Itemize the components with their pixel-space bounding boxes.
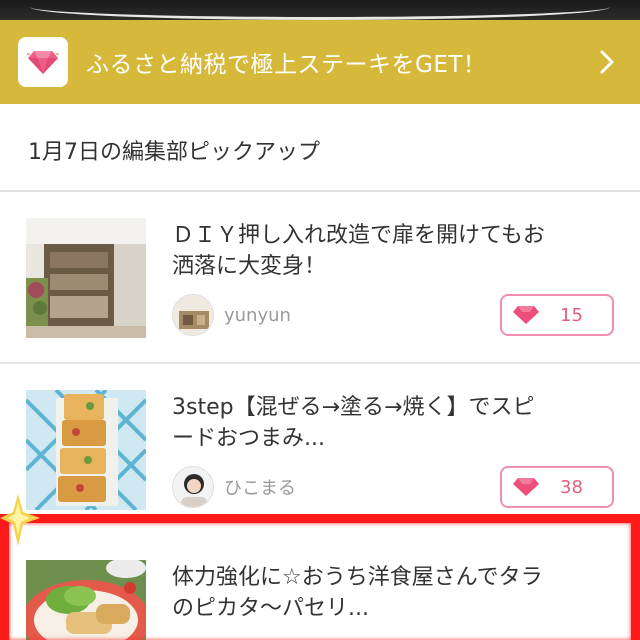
section-header: 1月7日の編集部ピックアップ — [0, 104, 640, 192]
diamond-icon — [513, 306, 539, 324]
author-name: ひこまる — [224, 478, 296, 499]
article-title[interactable]: ＤＩＹ押し入れ改造で扉を開けてもお 洒落に大変身！ — [172, 220, 622, 282]
diamond-icon — [513, 478, 539, 496]
author-name: yunyun — [224, 304, 291, 326]
top-dark-strip — [0, 0, 640, 20]
article-thumbnail[interactable] — [26, 218, 146, 338]
chevron-right-icon[interactable] — [596, 48, 618, 76]
author[interactable]: ひこまる — [172, 466, 296, 508]
promo-banner-text: ふるさと納税で極上ステーキをGET！ — [86, 52, 487, 78]
like-count: 38 — [560, 476, 583, 498]
article-title-line: 3step【混ぜる→塗る→焼く】でスピ — [172, 395, 535, 420]
diamond-icon — [18, 37, 68, 87]
top-decor-curve — [30, 0, 610, 20]
sparkle-icon — [0, 494, 40, 546]
article-title-line: ードおつまみ... — [172, 426, 325, 451]
like-count: 15 — [560, 304, 583, 326]
article-title-line: 洒落に大変身！ — [172, 254, 327, 279]
article-title[interactable]: 3step【混ぜる→塗る→焼く】でスピ ードおつまみ... — [172, 392, 622, 454]
article-thumbnail[interactable] — [26, 390, 146, 510]
list-item[interactable]: 3step【混ぜる→塗る→焼く】でスピ ードおつまみ... ひこまる 38 — [0, 364, 640, 516]
like-button[interactable]: 15 — [500, 294, 614, 336]
section-title: 1月7日の編集部ピックアップ — [28, 140, 320, 165]
highlight-frame — [0, 514, 640, 640]
avatar — [172, 466, 214, 508]
list-item[interactable]: ＤＩＹ押し入れ改造で扉を開けてもお 洒落に大変身！ yunyun 15 — [0, 192, 640, 364]
article-title-line: ＤＩＹ押し入れ改造で扉を開けてもお — [172, 223, 545, 248]
author[interactable]: yunyun — [172, 294, 291, 336]
promo-banner[interactable]: ふるさと納税で極上ステーキをGET！ — [0, 20, 640, 104]
avatar — [172, 294, 214, 336]
like-button[interactable]: 38 — [500, 466, 614, 508]
